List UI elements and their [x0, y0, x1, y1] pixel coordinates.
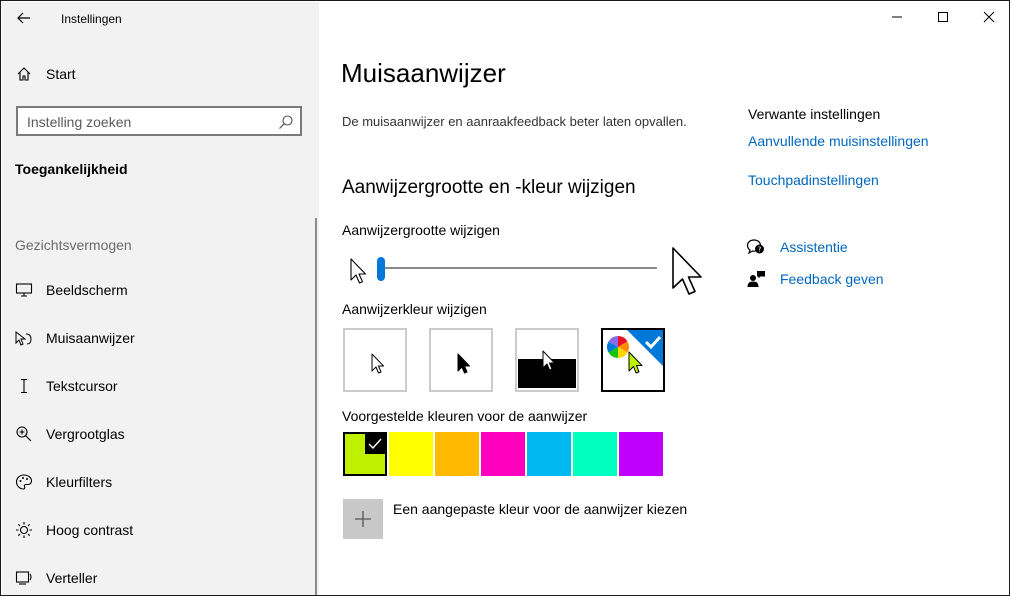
white-pointer-icon: [371, 353, 384, 374]
sidebar-item-label: Start: [46, 66, 76, 82]
sidebar-item-hoog-contrast[interactable]: Hoog contrast: [2, 510, 319, 550]
feedback-icon: [745, 269, 767, 289]
back-arrow-icon: [17, 12, 30, 24]
color-swatch[interactable]: [481, 432, 525, 476]
high-contrast-icon: [14, 520, 34, 540]
sidebar-item-label: Kleurfilters: [46, 474, 113, 490]
color-swatch[interactable]: [573, 432, 617, 476]
color-swatch[interactable]: [527, 432, 571, 476]
sidebar: Instellingen Start Toegankelijkheid Gezi…: [2, 2, 319, 595]
svg-text:?: ?: [758, 246, 762, 254]
magnifier-icon: [14, 424, 34, 444]
back-button[interactable]: [10, 6, 38, 30]
size-label: Aanwijzergrootte wijzigen: [342, 222, 500, 238]
monitor-icon: [14, 280, 34, 300]
settings-window: Instellingen Start Toegankelijkheid Gezi…: [0, 0, 1010, 596]
pointer-color-custom-option[interactable]: [601, 328, 665, 392]
close-button[interactable]: [966, 2, 1009, 32]
section-title: Aanwijzergrootte en -kleur wijzigen: [342, 177, 636, 198]
sidebar-item-kleurfilters[interactable]: Kleurfilters: [2, 462, 319, 502]
sidebar-item-label: Beeldscherm: [46, 282, 128, 298]
sidebar-item-beeldscherm[interactable]: Beeldscherm: [2, 270, 319, 310]
sidebar-item-tekstcursor[interactable]: Tekstcursor: [2, 366, 319, 406]
page-title: Muisaanwijzer: [341, 58, 506, 88]
pointer-color-inverted-option[interactable]: [515, 328, 579, 392]
related-settings-title: Verwante instellingen: [748, 106, 881, 122]
pointer-color-black-option[interactable]: [429, 328, 493, 392]
plus-icon: [355, 511, 371, 527]
add-custom-color-button[interactable]: [343, 499, 383, 539]
palette-icon: [14, 472, 34, 492]
inverted-pointer-icon: [542, 350, 555, 371]
sidebar-item-vergrootglas[interactable]: Vergrootglas: [2, 414, 319, 454]
color-label: Aanwijzerkleur wijzigen: [342, 301, 487, 317]
page-description: De muisaanwijzer en aanraakfeedback bete…: [342, 114, 687, 129]
sidebar-item-label: Tekstcursor: [46, 378, 118, 394]
sidebar-item-muisaanwijzer[interactable]: Muisaanwijzer: [2, 318, 319, 358]
sidebar-item-label: Verteller: [46, 570, 98, 586]
sidebar-item-verteller[interactable]: Verteller: [2, 558, 319, 595]
sidebar-item-label: Hoog contrast: [46, 522, 134, 538]
sidebar-item-home[interactable]: Start: [2, 54, 319, 94]
large-pointer-icon: [672, 247, 702, 295]
sidebar-item-label: Vergrootglas: [46, 426, 125, 442]
color-swatch[interactable]: [343, 432, 387, 476]
link-additional-mouse-settings[interactable]: Aanvullende muisinstellingen: [748, 133, 929, 149]
sidebar-section-title: Toegankelijkheid: [15, 161, 128, 177]
mouse-pointer-icon: [14, 328, 34, 348]
color-swatch[interactable]: [389, 432, 433, 476]
text-cursor-icon: [14, 376, 34, 396]
narrator-icon: [14, 568, 34, 588]
color-swatch[interactable]: [619, 432, 663, 476]
add-custom-color-label[interactable]: Een aangepaste kleur voor de aanwijzer k…: [393, 501, 687, 517]
pointer-size-slider-thumb[interactable]: [377, 257, 385, 281]
maximize-button[interactable]: [920, 2, 966, 32]
selected-check-icon: [365, 434, 385, 454]
close-icon: [983, 11, 995, 23]
minimize-icon: [892, 16, 902, 18]
pointer-color-white-option[interactable]: [343, 328, 407, 392]
pointer-size-slider-track[interactable]: [381, 267, 657, 269]
search-input[interactable]: [27, 113, 267, 131]
home-icon: [14, 64, 34, 84]
sidebar-scrollbar[interactable]: [315, 218, 317, 595]
custom-color-pointer-icon: [628, 351, 643, 374]
feedback-label: Feedback geven: [780, 271, 884, 287]
app-title: Instellingen: [61, 12, 122, 26]
search-icon[interactable]: [278, 114, 294, 130]
small-pointer-icon: [350, 258, 367, 284]
black-pointer-icon: [457, 353, 470, 374]
minimize-button[interactable]: [874, 2, 920, 32]
search-box[interactable]: [16, 106, 302, 136]
color-swatch[interactable]: [435, 432, 479, 476]
sidebar-group-title: Gezichtsvermogen: [15, 237, 132, 253]
help-chat-icon: ?: [745, 237, 767, 257]
link-touchpad-settings[interactable]: Touchpadinstellingen: [748, 172, 879, 188]
give-feedback-link[interactable]: Feedback geven: [745, 268, 884, 290]
sidebar-item-label: Muisaanwijzer: [46, 330, 135, 346]
help-label: Assistentie: [780, 239, 848, 255]
suggested-colors-label: Voorgestelde kleuren voor de aanwijzer: [342, 408, 588, 424]
get-help-link[interactable]: ? Assistentie: [745, 236, 848, 258]
maximize-icon: [938, 12, 948, 22]
